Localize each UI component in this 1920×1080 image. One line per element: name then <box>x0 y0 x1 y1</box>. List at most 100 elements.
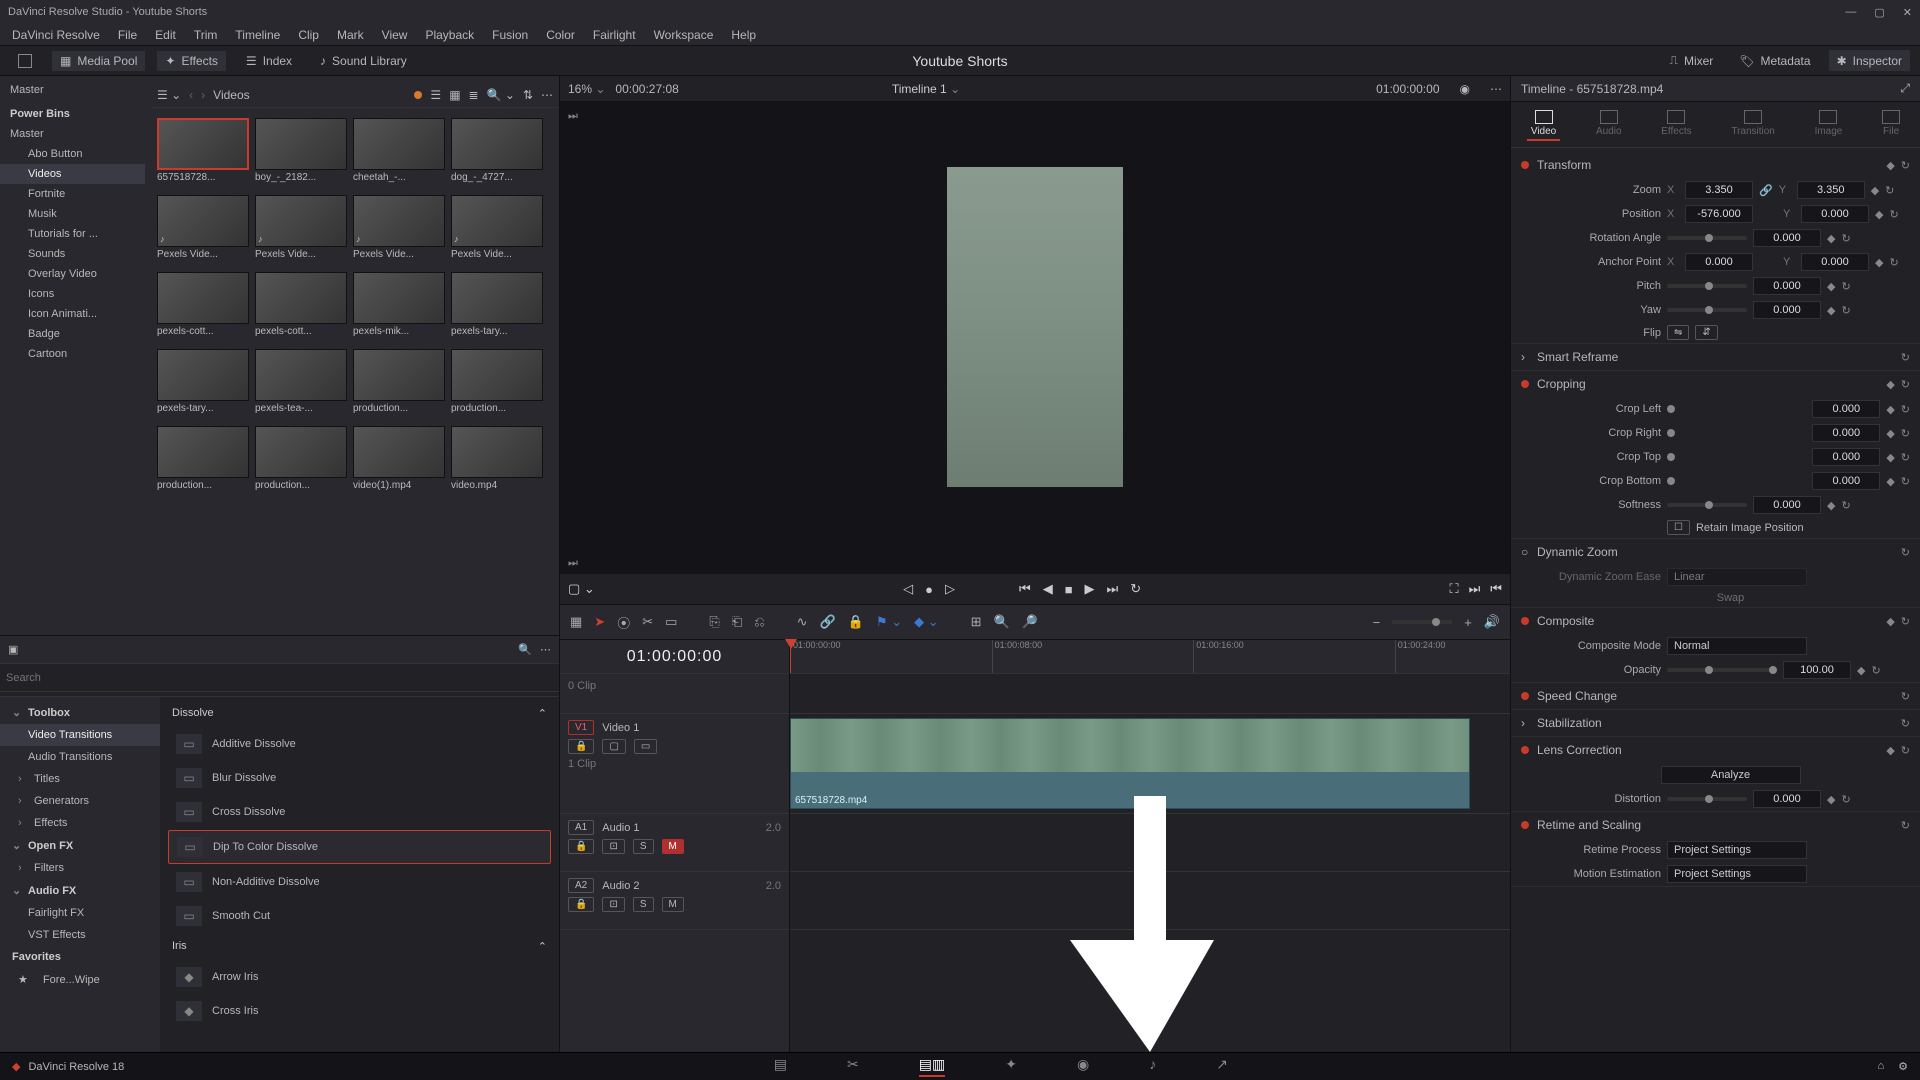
timeline-ruler[interactable]: 01:00:00:00 01:00:08:00 01:00:16:00 01:0… <box>790 640 1510 674</box>
search-icon[interactable]: 🔍 <box>518 643 532 656</box>
media-clip[interactable]: pexels-tea-... <box>255 349 347 414</box>
viewer-menu-icon[interactable]: ⋯ <box>1490 82 1502 96</box>
zoom-to-fit-icon[interactable]: 🔍 <box>994 614 1010 630</box>
play-button[interactable]: ▶ <box>1085 581 1095 597</box>
zoom-y-input[interactable]: 3.350 <box>1797 181 1865 199</box>
track-name[interactable]: Audio 1 <box>602 822 639 834</box>
media-clip[interactable]: 657518728... <box>157 118 249 183</box>
media-clip[interactable]: ♪Pexels Vide... <box>157 195 249 260</box>
solo-button[interactable]: S <box>633 839 654 854</box>
view-list-button[interactable]: ≣ <box>469 88 479 102</box>
minimize-button[interactable]: — <box>1845 6 1856 19</box>
next-clip-button[interactable]: ⏭ <box>1469 581 1481 597</box>
ripple-button[interactable]: ⎗ <box>732 614 742 630</box>
flip-h-button[interactable]: ⇋ <box>1667 325 1689 340</box>
search-icon[interactable]: 🔍 ⌄ <box>487 88 515 102</box>
menu-item[interactable]: Fairlight <box>585 26 644 44</box>
replace-button[interactable]: ⎌ <box>754 614 764 630</box>
keyframe-icon[interactable]: ◆ <box>1871 184 1879 197</box>
yaw-slider[interactable] <box>1667 308 1747 312</box>
fx-cat-generators[interactable]: Generators <box>34 795 89 807</box>
prev-edit-button[interactable]: ◁ <box>903 581 913 597</box>
dz-swap-button[interactable]: Swap <box>1717 592 1745 604</box>
rotation-input[interactable]: 0.000 <box>1753 229 1821 247</box>
menu-icon[interactable]: ⋯ <box>541 88 553 102</box>
fx-transition-item[interactable]: ▭Blur Dissolve <box>168 762 551 794</box>
dz-ease-select[interactable]: Linear <box>1667 568 1807 586</box>
page-deliver[interactable]: ↗ <box>1216 1056 1228 1077</box>
playhead[interactable] <box>790 640 791 673</box>
marker-icon[interactable]: ◆ ⌄ <box>914 614 939 630</box>
fx-transition-item[interactable]: ▭Cross Dissolve <box>168 796 551 828</box>
fx-cat-titles[interactable]: Titles <box>34 773 60 785</box>
composite-header[interactable]: Composite◆↻ <box>1511 608 1920 634</box>
dynamic-trim-icon[interactable]: ∿ <box>797 614 808 630</box>
bin-master[interactable]: Master <box>0 80 145 100</box>
zoom-x-input[interactable]: 3.350 <box>1685 181 1753 199</box>
crop-left-input[interactable]: 0.000 <box>1812 400 1880 418</box>
link-icon[interactable]: 🔗 <box>1759 184 1773 197</box>
rotation-slider[interactable] <box>1667 236 1747 240</box>
bin-view-toggle[interactable]: ☰ ⌄ <box>157 88 181 102</box>
menu-item[interactable]: Help <box>723 26 764 44</box>
inspector-tab-transition[interactable]: Transition <box>1727 108 1779 141</box>
page-fusion[interactable]: ✦ <box>1005 1056 1017 1077</box>
inspector-tab-video[interactable]: Video <box>1527 108 1560 141</box>
panel-toggle-button[interactable]: ▣ <box>8 643 18 656</box>
fx-transition-item[interactable]: ◆Cross Iris <box>168 995 551 1027</box>
fx-transition-item[interactable]: ◆Arrow Iris <box>168 961 551 993</box>
crop-right-input[interactable]: 0.000 <box>1812 424 1880 442</box>
bin-power-master[interactable]: Master <box>0 124 145 144</box>
ui-layout-button[interactable] <box>10 51 40 71</box>
stop-button[interactable]: ■ <box>1065 582 1073 597</box>
bin-item[interactable]: Tutorials for ... <box>0 224 145 244</box>
mute-button[interactable]: M <box>662 839 684 854</box>
match-frame-icon[interactable]: ⏭ <box>568 110 578 123</box>
pitch-input[interactable]: 0.000 <box>1753 277 1821 295</box>
lock-track-button[interactable]: 🔒 <box>568 839 594 854</box>
link-icon[interactable]: 🔗 <box>820 614 836 630</box>
opacity-slider[interactable] <box>1667 668 1777 672</box>
collapse-icon[interactable]: ⌃ <box>538 707 547 720</box>
bin-item[interactable]: Badge <box>0 324 145 344</box>
bin-item[interactable]: Icons <box>0 284 145 304</box>
bin-item[interactable]: Cartoon <box>0 344 145 364</box>
media-clip[interactable]: ♪Pexels Vide... <box>451 195 543 260</box>
auto-select-button[interactable]: ⊡ <box>602 897 624 912</box>
inspector-tab-image[interactable]: Image <box>1811 108 1847 141</box>
media-clip[interactable]: dog_-_4727... <box>451 118 543 183</box>
menu-item[interactable]: Trim <box>186 26 226 44</box>
menu-item[interactable]: Edit <box>147 26 184 44</box>
analyze-button[interactable]: Analyze <box>1661 766 1801 784</box>
menu-item[interactable]: Workspace <box>646 26 722 44</box>
retime-process-select[interactable]: Project Settings <box>1667 841 1807 859</box>
next-edit-button[interactable]: ▷ <box>945 581 955 597</box>
disable-video-button[interactable]: ▭ <box>634 739 657 754</box>
toolbox-group[interactable]: Toolbox <box>28 707 70 719</box>
fx-cat-video-transitions[interactable]: Video Transitions <box>0 724 160 746</box>
menu-item[interactable]: Playback <box>417 26 482 44</box>
effects-search-input[interactable] <box>6 672 553 684</box>
audiofx-group[interactable]: Audio FX <box>28 885 76 897</box>
play-reverse-button[interactable]: ◀ <box>1043 581 1053 597</box>
fullscreen-button[interactable]: ⛶ <box>1449 581 1458 597</box>
distortion-slider[interactable] <box>1667 797 1747 801</box>
solo-button[interactable]: S <box>633 897 654 912</box>
menu-item[interactable]: Timeline <box>227 26 288 44</box>
bin-item[interactable]: Overlay Video <box>0 264 145 284</box>
append-button[interactable]: ⎘ <box>709 614 719 630</box>
zoom-slider[interactable] <box>1392 620 1452 624</box>
bypass-icon[interactable]: ◉ <box>1460 82 1470 96</box>
inspector-tab-audio[interactable]: Audio <box>1592 108 1626 141</box>
crop-slider[interactable] <box>1667 429 1675 437</box>
blade-tool[interactable]: ✂ <box>642 614 653 630</box>
inspector-tab-file[interactable]: File <box>1878 108 1904 141</box>
view-metadata-button[interactable]: ☰ <box>430 88 441 102</box>
viewer[interactable]: ⏭ <box>560 102 1510 552</box>
menu-item[interactable]: Color <box>538 26 583 44</box>
maximize-button[interactable]: ▢ <box>1874 6 1884 19</box>
menu-item[interactable]: DaVinci Resolve <box>4 26 108 44</box>
fx-cat-filters[interactable]: Filters <box>34 862 64 874</box>
openfx-group[interactable]: Open FX <box>28 840 73 852</box>
close-button[interactable]: ✕ <box>1903 6 1912 19</box>
